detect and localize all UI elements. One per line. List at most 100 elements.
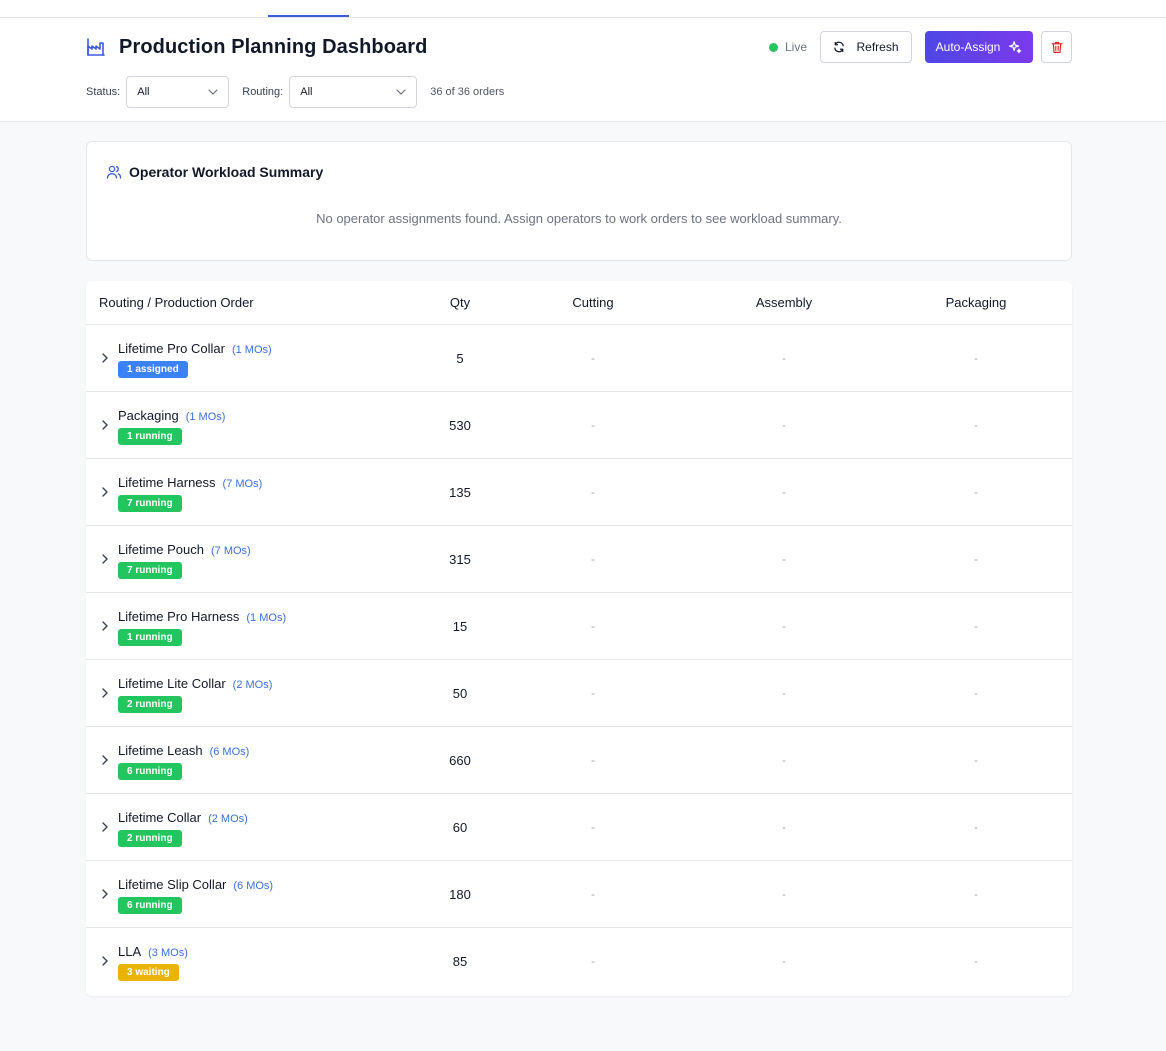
- packaging-cell: -: [974, 686, 978, 700]
- qty-value: 180: [449, 887, 471, 902]
- chevron-right-icon[interactable]: [100, 619, 110, 633]
- status-badge: 7 running: [118, 495, 182, 512]
- cutting-cell: -: [591, 954, 595, 968]
- assembly-cell: -: [782, 619, 786, 633]
- table-row[interactable]: LLA (3 MOs) 3 waiting 85 - - -: [86, 928, 1072, 995]
- column-header-cutting: Cutting: [572, 295, 614, 310]
- workload-empty-message: No operator assignments found. Assign op…: [316, 211, 842, 226]
- row-title: Lifetime Slip Collar (6 MOs): [118, 877, 273, 892]
- table-row[interactable]: Lifetime Pro Harness (1 MOs) 1 running 1…: [86, 593, 1072, 660]
- active-tab-indicator: [268, 15, 349, 17]
- status-badge: 2 running: [118, 830, 182, 847]
- row-title: LLA (3 MOs): [118, 944, 188, 959]
- assembly-cell: -: [782, 552, 786, 566]
- chevron-right-icon[interactable]: [100, 351, 110, 365]
- routing-name: LLA: [118, 944, 142, 959]
- qty-value: 85: [452, 954, 468, 969]
- table-row[interactable]: Lifetime Pouch (7 MOs) 7 running 315 - -…: [86, 526, 1072, 593]
- routing-name: Lifetime Pro Harness: [118, 609, 240, 624]
- qty-value: 135: [449, 485, 471, 500]
- qty-value: 15: [452, 619, 468, 634]
- assembly-cell: -: [782, 686, 786, 700]
- cutting-cell: -: [591, 619, 595, 633]
- cutting-cell: -: [591, 686, 595, 700]
- chevron-down-icon: [208, 89, 218, 95]
- qty-value: 660: [449, 753, 471, 768]
- status-badge: 1 running: [118, 428, 182, 445]
- mo-count: (6 MOs): [209, 746, 250, 758]
- row-title: Lifetime Pro Harness (1 MOs): [118, 609, 286, 624]
- packaging-cell: -: [974, 351, 978, 365]
- production-orders-table: Routing / Production Order Qty Cutting A…: [86, 281, 1072, 996]
- routing-name: Packaging: [118, 408, 179, 423]
- auto-assign-label: Auto-Assign: [935, 40, 1001, 54]
- table-row[interactable]: Lifetime Harness (7 MOs) 7 running 135 -…: [86, 459, 1072, 526]
- cutting-cell: -: [591, 753, 595, 767]
- table-body: Lifetime Pro Collar (1 MOs) 1 assigned 5…: [86, 325, 1072, 995]
- workload-title: Operator Workload Summary: [129, 164, 324, 180]
- status-badge: 7 running: [118, 562, 182, 579]
- chevron-right-icon[interactable]: [100, 485, 110, 499]
- assembly-cell: -: [782, 954, 786, 968]
- assembly-cell: -: [782, 418, 786, 432]
- top-tab-strip: [0, 0, 1166, 18]
- mo-count: (7 MOs): [211, 545, 251, 557]
- routing-name: Lifetime Pouch: [118, 542, 204, 557]
- table-header: Routing / Production Order Qty Cutting A…: [86, 281, 1072, 325]
- table-row[interactable]: Lifetime Lite Collar (2 MOs) 2 running 5…: [86, 660, 1072, 727]
- routing-name: Lifetime Collar: [118, 810, 202, 825]
- chevron-right-icon[interactable]: [100, 552, 110, 566]
- mo-count: (2 MOs): [232, 679, 273, 691]
- table-row[interactable]: Lifetime Collar (2 MOs) 2 running 60 - -…: [86, 794, 1072, 861]
- chevron-right-icon[interactable]: [100, 686, 110, 700]
- status-badge: 2 running: [118, 696, 182, 713]
- routing-name: Lifetime Pro Collar: [118, 341, 225, 356]
- routing-name: Lifetime Harness: [118, 475, 216, 490]
- qty-value: 60: [452, 820, 468, 835]
- mo-count: (7 MOs): [222, 478, 263, 490]
- delete-button[interactable]: [1041, 31, 1072, 63]
- row-title: Lifetime Pouch (7 MOs): [118, 542, 251, 557]
- refresh-button[interactable]: Refresh: [820, 31, 912, 63]
- row-title: Packaging (1 MOs): [118, 408, 225, 423]
- page-header: Production Planning Dashboard Live Refre…: [0, 18, 1166, 122]
- filter-bar: Status: All Routing: All 36 of 36 orders: [86, 76, 504, 108]
- operator-workload-card: Operator Workload Summary No operator as…: [86, 141, 1072, 261]
- status-badge: 6 running: [118, 763, 182, 780]
- chevron-right-icon[interactable]: [100, 954, 110, 968]
- chevron-right-icon[interactable]: [100, 887, 110, 901]
- routing-name: Lifetime Lite Collar: [118, 676, 226, 691]
- table-row[interactable]: Lifetime Slip Collar (6 MOs) 6 running 1…: [86, 861, 1072, 928]
- users-icon: [106, 164, 122, 180]
- qty-value: 5: [456, 351, 464, 366]
- assembly-cell: -: [782, 753, 786, 767]
- chevron-right-icon[interactable]: [100, 418, 110, 432]
- cutting-cell: -: [591, 552, 595, 566]
- status-select[interactable]: All: [126, 76, 230, 108]
- row-title: Lifetime Collar (2 MOs): [118, 810, 248, 825]
- column-header-packaging: Packaging: [945, 295, 1007, 310]
- status-select-value: All: [137, 86, 150, 98]
- chevron-right-icon[interactable]: [100, 820, 110, 834]
- table-row[interactable]: Lifetime Leash (6 MOs) 6 running 660 - -…: [86, 727, 1072, 794]
- header-actions: Live Refresh Auto-Assign: [768, 31, 1072, 63]
- status-badge: 1 running: [118, 629, 182, 646]
- packaging-cell: -: [974, 418, 978, 432]
- auto-assign-button[interactable]: Auto-Assign: [925, 31, 1033, 63]
- mo-count: (6 MOs): [233, 880, 274, 892]
- mo-count: (1 MOs): [246, 612, 287, 624]
- qty-value: 50: [452, 686, 468, 701]
- routing-select[interactable]: All: [289, 76, 418, 108]
- assembly-cell: -: [782, 351, 786, 365]
- table-row[interactable]: Lifetime Pro Collar (1 MOs) 1 assigned 5…: [86, 325, 1072, 392]
- row-title: Lifetime Pro Collar (1 MOs): [118, 341, 272, 356]
- column-header-qty: Qty: [449, 295, 471, 310]
- mo-count: (3 MOs): [148, 947, 188, 959]
- row-title: Lifetime Lite Collar (2 MOs): [118, 676, 272, 691]
- chevron-right-icon[interactable]: [100, 753, 110, 767]
- cutting-cell: -: [591, 887, 595, 901]
- live-dot-icon: [768, 42, 778, 52]
- refresh-icon: [833, 41, 845, 53]
- mo-count: (1 MOs): [231, 344, 272, 356]
- table-row[interactable]: Packaging (1 MOs) 1 running 530 - - -: [86, 392, 1072, 459]
